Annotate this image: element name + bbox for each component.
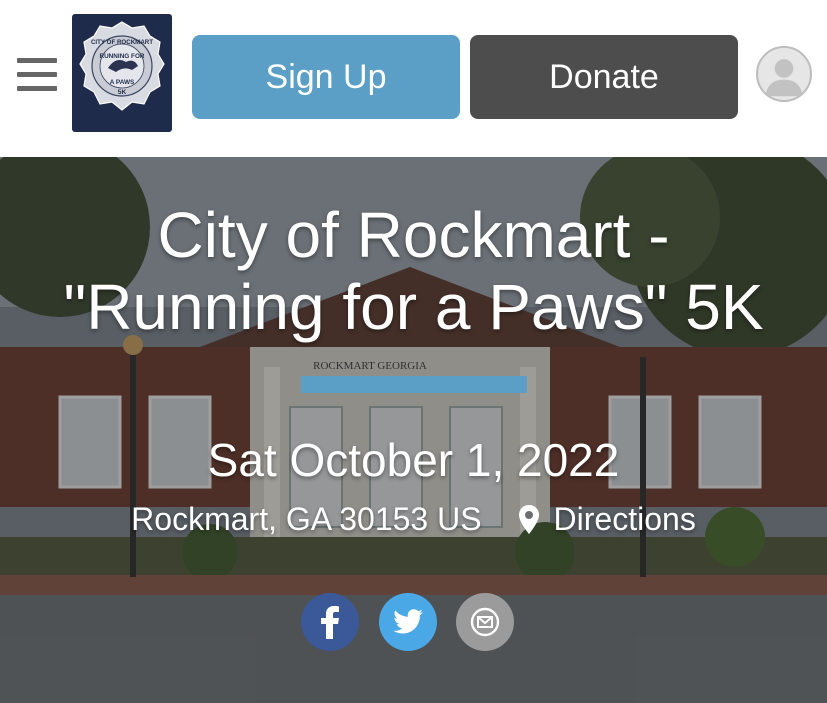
event-date: Sat October 1, 2022 [207,434,620,486]
event-location-row: Rockmart, GA 30153 US Directions [0,501,827,538]
facebook-icon [321,606,339,639]
donate-button[interactable]: Donate [470,35,738,119]
event-hero: ROCKMART GEORGIA City of Rockmart - "Run… [0,157,827,703]
directions-link[interactable]: Directions [554,501,696,538]
user-avatar-icon[interactable] [756,46,812,102]
badge-logo-icon: CITY OF ROCKMART RUNNING FOR A PAWS 5K [79,21,165,111]
sign-up-button[interactable]: Sign Up [192,35,460,119]
event-logo[interactable]: CITY OF ROCKMART RUNNING FOR A PAWS 5K [72,14,172,132]
event-title-line-1: City of Rockmart - [157,199,670,271]
facebook-share-button[interactable] [301,593,359,651]
event-title-line-2: "Running for a Paws" 5K [63,271,764,343]
event-location: Rockmart, GA 30153 US [131,501,482,537]
logo-bottom-text: 5K [118,89,127,96]
email-icon [470,607,500,637]
twitter-icon [393,609,423,634]
email-share-button[interactable] [456,593,514,651]
logo-lower-text: A PAWS [110,79,135,86]
twitter-share-button[interactable] [379,593,437,651]
logo-middle-text: RUNNING FOR [99,53,144,60]
hamburger-menu-icon[interactable] [17,58,57,92]
title-divider [301,376,527,393]
event-title: City of Rockmart - "Running for a Paws" … [0,199,827,343]
logo-top-text: CITY OF ROCKMART [91,39,153,46]
map-pin-icon [518,504,540,536]
site-header: CITY OF ROCKMART RUNNING FOR A PAWS 5K S… [0,0,827,157]
